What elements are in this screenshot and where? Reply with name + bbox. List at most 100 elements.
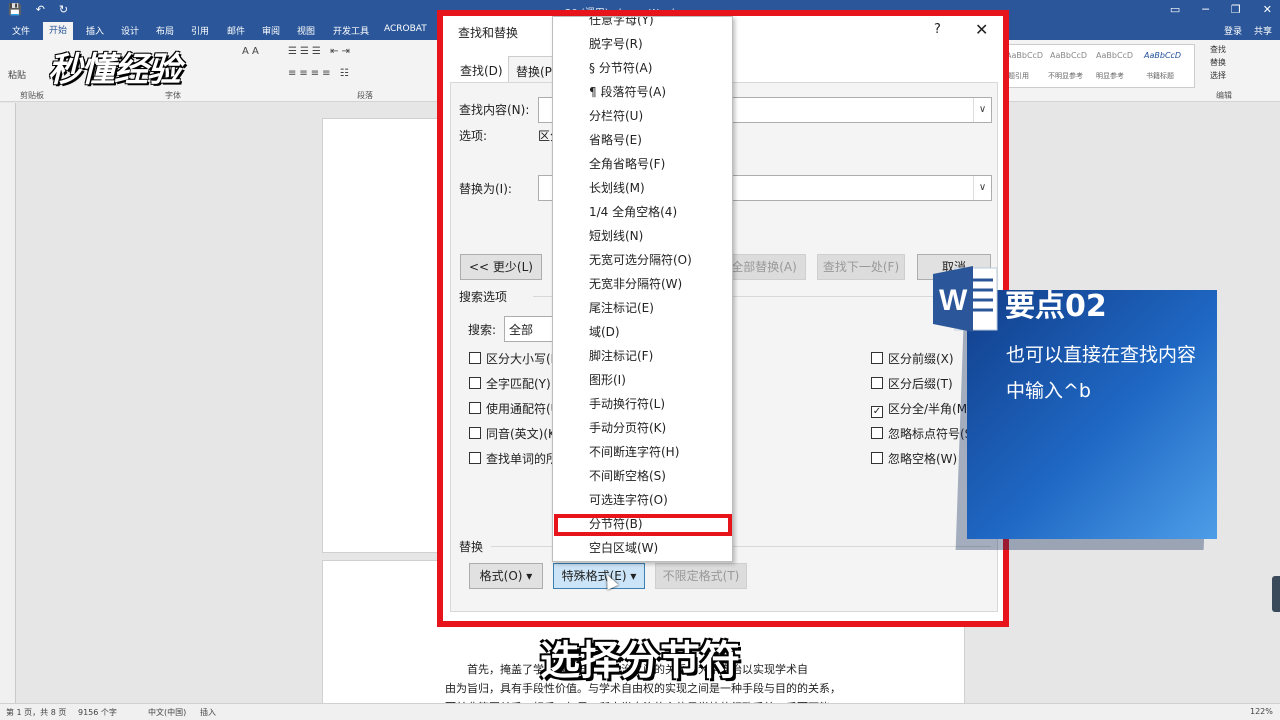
find-next-button[interactable]: 查找下一处(F) (817, 254, 905, 280)
style-name: 题引用 (1008, 72, 1029, 80)
tab-file[interactable]: 文件 (12, 24, 30, 37)
restore-icon[interactable]: ❐ (1231, 3, 1241, 16)
menu-item[interactable]: 脱字号(R) (589, 35, 643, 52)
tab-developer[interactable]: 开发工具 (333, 24, 369, 37)
tab-layout[interactable]: 布局 (156, 24, 174, 37)
word-count[interactable]: 9156 个字 (78, 707, 117, 718)
chevron-down-icon[interactable]: ∨ (973, 176, 991, 200)
insert-mode[interactable]: 插入 (200, 707, 216, 718)
select-button[interactable]: 选择 (1210, 70, 1226, 81)
paste-button[interactable]: 粘贴 (8, 68, 26, 81)
chevron-down-icon[interactable]: ∨ (973, 98, 991, 122)
menu-item[interactable]: 短划线(N) (589, 227, 643, 244)
menu-item[interactable]: 全角省略号(F) (589, 155, 665, 172)
checkbox-ignore-space[interactable]: 忽略空格(W) (871, 450, 957, 467)
help-icon[interactable]: ? (934, 22, 941, 37)
checkbox-box[interactable] (469, 377, 481, 389)
align-icons[interactable]: ≡≡≡≡ ☷ (288, 68, 352, 79)
checkbox-match-prefix[interactable]: 区分前缀(X) (871, 350, 954, 367)
vertical-ruler (0, 103, 16, 703)
menu-item[interactable]: 脚注标记(F) (589, 347, 653, 364)
styles-gallery[interactable]: AaBbCcD 题引用 AaBbCcD 不明显参考 AaBbCcD 明显参考 A… (1003, 44, 1195, 88)
video-caption: 选择分节符 (540, 638, 740, 684)
zoom-level[interactable]: 122% (1250, 707, 1273, 716)
login-link[interactable]: 登录 (1224, 24, 1242, 37)
menu-item[interactable]: 图形(I) (589, 371, 626, 388)
options-label: 选项: (459, 129, 488, 143)
style-sample: AaBbCcD (1144, 51, 1182, 60)
list-icons[interactable]: ☰☰☰ ⇤⇥ (288, 46, 353, 57)
menu-item[interactable]: 不间断空格(S) (589, 467, 666, 484)
tab-find[interactable]: 查找(D) (453, 56, 510, 82)
menu-item[interactable]: 可选连字符(O) (589, 491, 668, 508)
menu-item[interactable]: 任意字母(Y) (589, 17, 654, 28)
menu-item[interactable]: 长划线(M) (589, 179, 645, 196)
menu-item[interactable]: ¶ 段落符号(A) (589, 83, 666, 100)
menu-item[interactable]: § 分节符(A) (589, 59, 652, 76)
tab-review[interactable]: 审阅 (262, 24, 280, 37)
font-size-icon[interactable]: A A (242, 46, 259, 57)
menu-item[interactable]: 空白区域(W) (589, 539, 658, 556)
page-count[interactable]: 第 1 页，共 8 页 (6, 707, 66, 718)
style-sample: AaBbCcD (1096, 51, 1134, 60)
checkbox-wildcards[interactable]: 使用通配符(U) (469, 400, 564, 417)
search-direction-value: 全部 (509, 323, 534, 337)
special-format-button[interactable]: 特殊格式(E) ▾ (553, 563, 645, 589)
minimize-icon[interactable]: ─ (1202, 3, 1209, 16)
menu-item[interactable]: 手动分页符(K) (589, 419, 666, 436)
format-button[interactable]: 格式(O) ▾ (469, 563, 543, 589)
save-icon[interactable]: 💾 (8, 3, 22, 16)
tab-view[interactable]: 视图 (297, 24, 315, 37)
menu-item[interactable]: 域(D) (589, 323, 620, 340)
menu-item[interactable]: 省略号(E) (589, 131, 642, 148)
dialog-title: 查找和替换 (458, 26, 519, 40)
checkbox-box[interactable] (469, 402, 481, 414)
share-button[interactable]: 共享 (1254, 24, 1272, 37)
checkbox-box[interactable] (871, 352, 883, 364)
close-icon[interactable]: ✕ (975, 20, 988, 39)
keypoint-card (967, 290, 1217, 539)
highlight-box (554, 514, 732, 536)
redo-icon[interactable]: ↻ (59, 3, 68, 16)
checkbox-box[interactable] (871, 377, 883, 389)
menu-item[interactable]: 手动换行符(L) (589, 395, 665, 412)
checkbox-match-case[interactable]: 区分大小写(H) (469, 350, 564, 367)
checkbox-box[interactable] (469, 352, 481, 364)
style-sample: AaBbCcD (1050, 51, 1088, 60)
find-button[interactable]: 查找 (1210, 44, 1226, 55)
checkbox-match-suffix[interactable]: 区分后缀(T) (871, 375, 953, 392)
keypoint-line: 也可以直接在查找内容 (1006, 344, 1197, 366)
tab-mailings[interactable]: 邮件 (227, 24, 245, 37)
checkbox-box[interactable]: ✓ (871, 406, 883, 418)
undo-icon[interactable]: ↶ (36, 3, 45, 16)
checkbox-width[interactable]: ✓ 区分全/半角(M) (871, 400, 972, 418)
less-button[interactable]: << 更少(L) (460, 254, 542, 280)
search-options-heading: 搜索选项 (459, 290, 508, 304)
tab-references[interactable]: 引用 (191, 24, 209, 37)
status-bar: 第 1 页，共 8 页 9156 个字 中文(中国) 插入 122% (0, 703, 1280, 720)
tab-design[interactable]: 设计 (121, 24, 139, 37)
search-direction-label: 搜索: (468, 323, 497, 337)
close-window-icon[interactable]: ✕ (1263, 3, 1272, 16)
checkbox-box[interactable] (871, 427, 883, 439)
replace-button[interactable]: 替换 (1210, 57, 1226, 68)
tab-acrobat[interactable]: ACROBAT (384, 24, 427, 34)
checkbox-sounds-like[interactable]: 同音(英文)(K) (469, 425, 561, 442)
menu-item[interactable]: 无宽可选分隔符(O) (589, 251, 692, 268)
menu-item[interactable]: 分栏符(U) (589, 107, 643, 124)
replace-all-button[interactable]: 全部替换(A) (722, 254, 806, 280)
checkbox-box[interactable] (469, 452, 481, 464)
no-formatting-button[interactable]: 不限定格式(T) (655, 563, 747, 589)
menu-item[interactable]: 1/4 全角空格(4) (589, 203, 677, 220)
checkbox-whole-word[interactable]: 全字匹配(Y) (469, 375, 551, 392)
checkbox-box[interactable] (469, 427, 481, 439)
checkbox-box[interactable] (871, 452, 883, 464)
tab-home[interactable]: 开始 (43, 22, 74, 40)
tab-insert[interactable]: 插入 (86, 24, 104, 37)
menu-item[interactable]: 尾注标记(E) (589, 299, 654, 316)
menu-item[interactable]: 不间断连字符(H) (589, 443, 679, 460)
ribbon-display-icon[interactable]: ▭ (1170, 3, 1180, 16)
menu-item[interactable]: 无宽非分隔符(W) (589, 275, 682, 292)
language[interactable]: 中文(中国) (148, 707, 186, 718)
side-handle[interactable] (1272, 576, 1280, 612)
